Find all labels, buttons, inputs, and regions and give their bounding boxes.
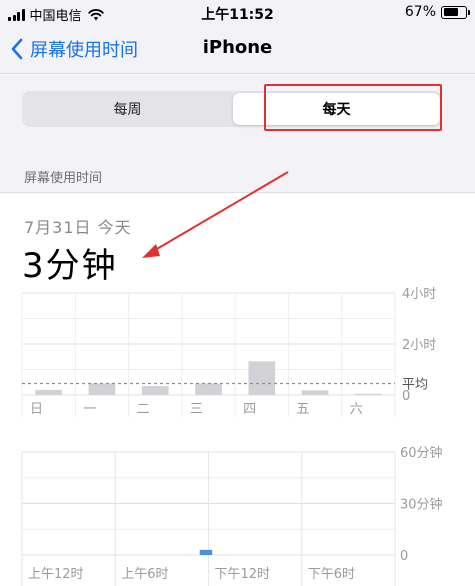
x-tick-label: 上午12时 [28,567,84,582]
weekly-usage-chart[interactable]: 4小时 2小时 0 日一二三四五六平均 [0,285,475,425]
x-tick-label: 四 [243,402,256,417]
y-tick-label: 60分钟 [400,445,443,461]
weekly-bar [248,361,276,395]
navigation-bar: 屏幕使用时间 iPhone [0,26,475,74]
y-tick-label: 30分钟 [400,497,443,513]
back-button[interactable]: 屏幕使用时间 [10,36,138,62]
segment-week[interactable]: 每周 [24,93,231,125]
x-tick-label: 二 [137,402,150,417]
weekly-bar [35,389,62,395]
weekly-bar [88,383,116,395]
chevron-left-icon [11,38,23,60]
hourly-usage-chart[interactable]: 60分钟 30分钟 0 上午12时 上午6时 下午12时 下午6时 [0,440,475,586]
status-bar: 中国电信 上午11:52 67% [0,0,475,26]
y-tick-label: 0 [400,549,408,564]
total-screen-time: 3分钟 [22,246,118,286]
segment-day[interactable]: 每天 [233,93,440,125]
status-time: 上午11:52 [201,7,274,23]
weekly-bar [141,386,169,395]
x-tick-label: 下午6时 [308,567,355,582]
battery-percent: 67% [404,4,436,20]
weekly-bar [301,390,329,395]
y-tick-label: 4小时 [402,287,436,302]
section-header-label: 屏幕使用时间 [24,171,103,186]
weekly-bar [355,393,382,395]
status-right: 67% [404,4,470,20]
x-tick-label: 五 [296,402,309,417]
section-header: 屏幕使用时间 [0,155,475,193]
x-tick-label: 下午12时 [215,567,271,582]
weekly-bar [195,383,222,395]
segment-area: 每周 每天 [0,75,475,155]
average-label: 平均 [402,378,428,393]
back-button-label: 屏幕使用时间 [30,40,138,61]
hourly-bar [199,549,213,555]
x-tick-label: 三 [190,402,203,417]
x-tick-label: 上午6时 [121,567,168,582]
x-tick-label: 六 [350,402,363,417]
date-label: 7月31日 今天 [24,218,132,237]
period-segmented-control: 每周 每天 [22,91,442,127]
x-tick-label: 日 [30,402,43,417]
y-tick-label: 2小时 [402,338,436,353]
battery-icon [441,5,470,19]
x-tick-label: 一 [83,402,96,417]
